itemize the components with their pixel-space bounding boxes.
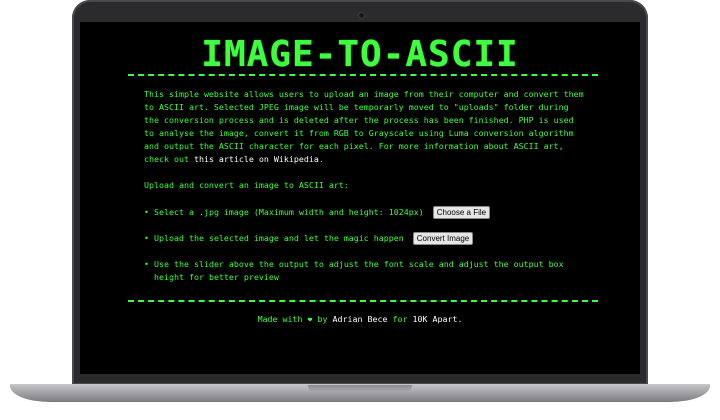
event-link[interactable]: 10K Apart.: [412, 314, 462, 324]
step-select-text: Select a .jpg image (Maximum width and h…: [154, 207, 424, 217]
intro-text-end: .: [318, 154, 324, 164]
footer: Made with ❤ by Adrian Bece for 10K Apart…: [80, 314, 640, 324]
convert-image-button[interactable]: Convert Image: [412, 232, 474, 245]
author-link[interactable]: Adrian Bece: [333, 314, 388, 324]
intro-paragraph: This simple website allows users to uplo…: [144, 88, 584, 166]
heart-icon: ❤: [307, 314, 313, 324]
upload-heading: Upload and convert an image to ASCII art…: [144, 180, 349, 190]
footer-by: by: [317, 314, 328, 324]
bottom-divider: [128, 300, 598, 302]
page-title: IMAGE-TO-ASCII: [201, 34, 519, 75]
intro-text: This simple website allows users to uplo…: [144, 89, 584, 164]
step-upload-text: Upload the selected image and let the ma…: [154, 233, 404, 243]
top-divider: [128, 74, 598, 76]
wikipedia-link[interactable]: this article on Wikipedia: [194, 154, 319, 164]
laptop-screen: IMAGE-TO-ASCII This simple website allow…: [80, 22, 640, 374]
step-select: Select a .jpg image (Maximum width and h…: [144, 206, 584, 219]
step-slider-text: Use the slider above the output to adjus…: [154, 259, 564, 282]
step-upload: Upload the selected image and let the ma…: [144, 232, 584, 245]
choose-file-button[interactable]: Choose a File: [432, 206, 491, 219]
footer-for: for: [392, 314, 408, 324]
step-slider: Use the slider above the output to adjus…: [144, 258, 584, 284]
footer-made-with: Made with: [257, 314, 303, 324]
laptop-notch: [308, 385, 412, 392]
steps-list: Select a .jpg image (Maximum width and h…: [144, 206, 584, 284]
main-content: This simple website allows users to uplo…: [144, 88, 584, 297]
webcam: [359, 13, 364, 18]
